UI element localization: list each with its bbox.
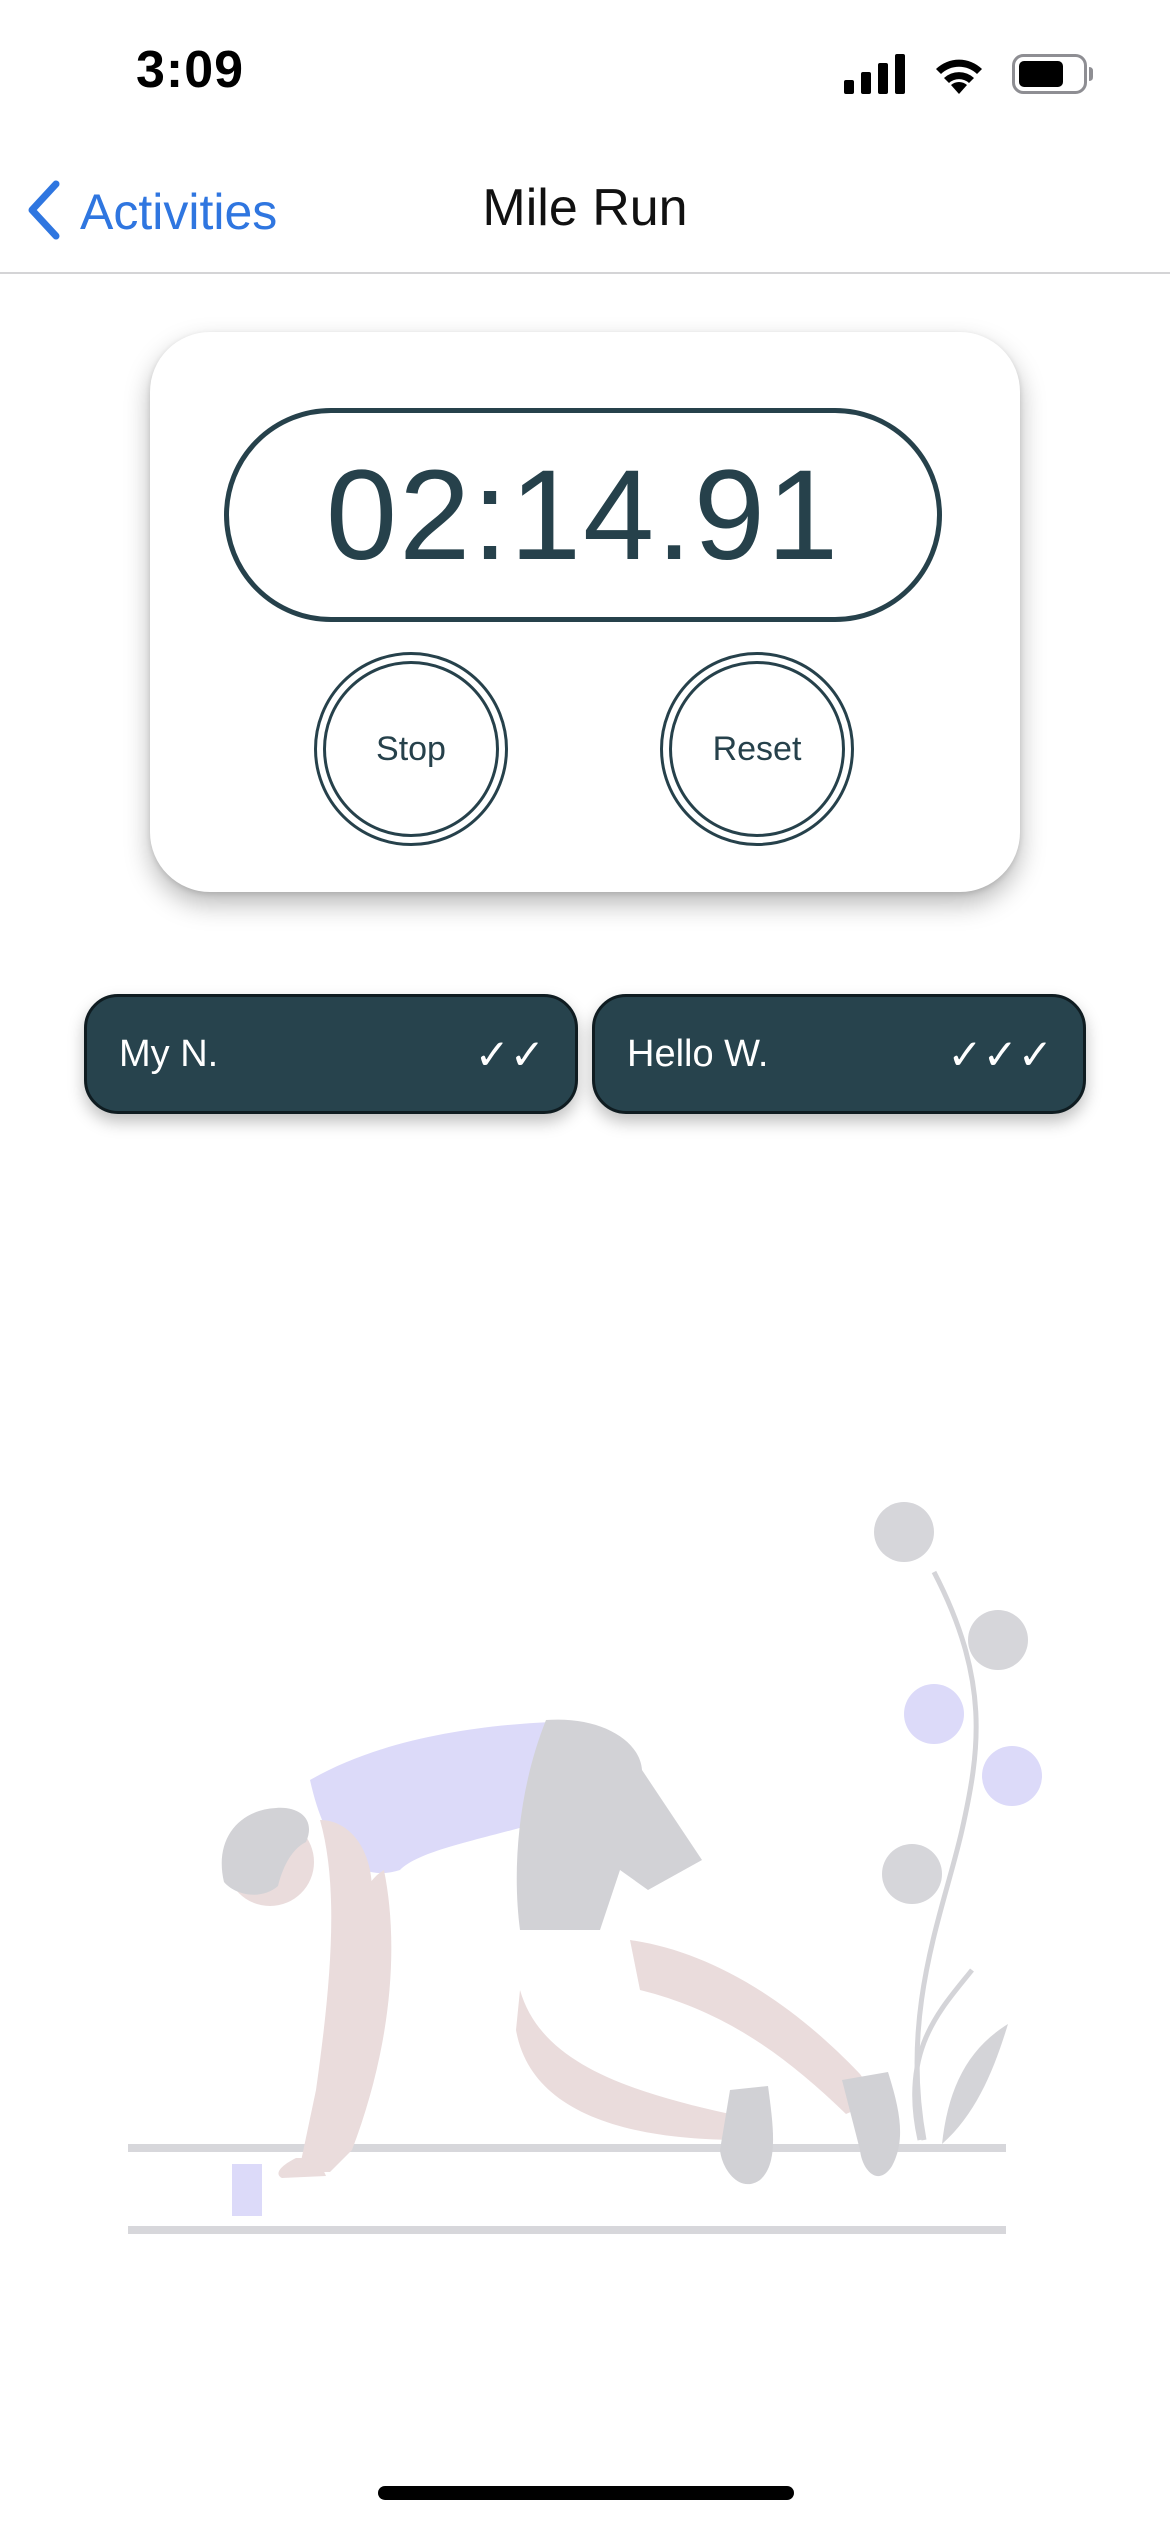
page-title: Mile Run [482, 179, 688, 237]
elapsed-time: 02:14.91 [325, 443, 841, 587]
split-name: My N. [119, 1032, 219, 1075]
wifi-icon [932, 54, 986, 99]
split-chip[interactable]: Hello W. ✓✓✓ [592, 994, 1086, 1114]
home-indicator[interactable] [378, 2486, 794, 2500]
cellular-signal-icon [844, 54, 906, 99]
status-icons [844, 54, 1094, 99]
split-name: Hello W. [627, 1032, 769, 1075]
reset-label: Reset [669, 661, 845, 837]
stop-button[interactable]: Stop [314, 652, 508, 846]
split-checkmarks: ✓✓ [474, 1029, 545, 1079]
status-bar: 3:09 [0, 0, 1170, 150]
stop-label: Stop [323, 661, 499, 837]
app-screen: 3:09 Activities Mile Run 02:14.91 Stop R… [0, 0, 1170, 2532]
reset-button[interactable]: Reset [660, 652, 854, 846]
runner-starting-blocks-illustration [0, 1450, 1170, 2270]
split-chip[interactable]: My N. ✓✓ [84, 994, 578, 1114]
timer-display: 02:14.91 [224, 408, 942, 622]
split-checkmarks: ✓✓✓ [947, 1029, 1053, 1079]
navigation-bar: Activities Mile Run [0, 150, 1170, 274]
battery-icon [1012, 54, 1094, 99]
status-time: 3:09 [136, 41, 245, 99]
timer-card: 02:14.91 Stop Reset [150, 332, 1020, 892]
